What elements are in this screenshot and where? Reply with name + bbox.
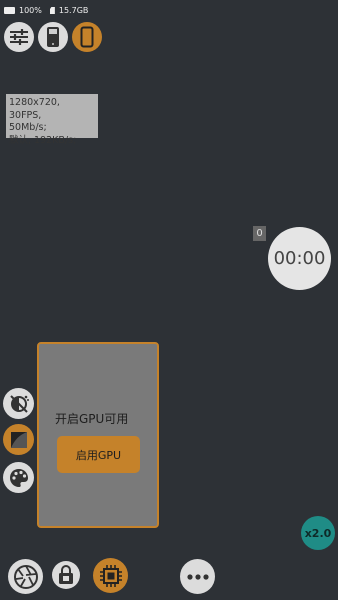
record-timer: 00:00 bbox=[273, 248, 326, 269]
brightness-icon bbox=[9, 394, 29, 413]
gpu-button[interactable] bbox=[93, 558, 128, 593]
gpu-dialog bbox=[37, 342, 159, 528]
recording-info: 1280x720, 30FPS, 50Mb/s; 默认, 192KB/s; bbox=[6, 94, 98, 146]
info-audio: 默认, 192KB/s; bbox=[9, 134, 77, 146]
lock-button[interactable] bbox=[52, 561, 80, 589]
battery-icon bbox=[4, 7, 15, 14]
brightness-button[interactable] bbox=[3, 388, 34, 419]
portrait-mode-button[interactable] bbox=[38, 22, 68, 52]
enable-gpu-button[interactable]: 启用GPU bbox=[57, 436, 140, 473]
zoom-label: x2.0 bbox=[304, 526, 332, 540]
chip-icon bbox=[99, 564, 122, 587]
storage-free: 15.7GB bbox=[58, 6, 89, 15]
clip-counter: 0 bbox=[253, 226, 266, 241]
enable-gpu-label: 启用GPU bbox=[75, 448, 122, 462]
color-button[interactable] bbox=[3, 462, 34, 493]
gpu-message: 开启GPU可用 bbox=[55, 412, 129, 426]
filter-icon bbox=[10, 431, 27, 448]
status-bar: 100% 15.7GB bbox=[4, 6, 88, 15]
zoom-button[interactable]: x2.0 bbox=[301, 516, 335, 550]
filter-button[interactable] bbox=[3, 424, 34, 455]
sliders-icon bbox=[10, 29, 28, 45]
phone-portrait-icon bbox=[47, 27, 59, 47]
battery-level: 100% bbox=[19, 6, 42, 15]
settings-button[interactable] bbox=[4, 22, 34, 52]
sd-card-icon bbox=[49, 7, 55, 14]
info-resolution: 1280x720, 30FPS, bbox=[9, 97, 60, 121]
phone-outline-icon bbox=[80, 26, 94, 48]
more-icon bbox=[186, 573, 209, 580]
lock-icon bbox=[59, 565, 73, 584]
palette-icon bbox=[9, 468, 28, 487]
shutter-button[interactable] bbox=[8, 559, 43, 594]
info-bitrate: 50Mb/s; bbox=[9, 122, 47, 133]
shutter-icon bbox=[13, 564, 38, 589]
record-button[interactable]: 00:00 bbox=[268, 227, 331, 290]
screen-mode-button[interactable] bbox=[72, 22, 102, 52]
more-button[interactable] bbox=[180, 559, 215, 594]
